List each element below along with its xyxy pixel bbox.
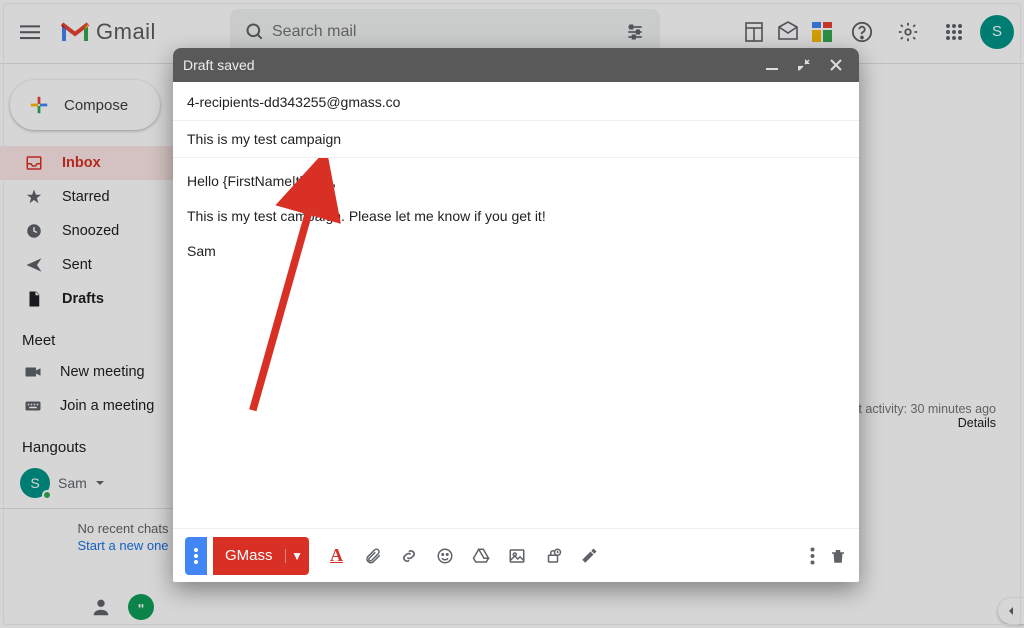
apps-button[interactable] (934, 12, 974, 52)
body-line: This is my test campaign. Please let me … (187, 205, 845, 228)
plus-icon (28, 94, 50, 116)
sidebar-item-label: Inbox (62, 155, 101, 171)
extension-icon-2[interactable] (774, 18, 802, 46)
minimize-button[interactable] (759, 59, 785, 71)
keyboard-icon (24, 397, 42, 415)
help-button[interactable] (842, 12, 882, 52)
body-line: Hello {FirstName|there}, (187, 170, 845, 193)
hangouts-icon[interactable] (128, 594, 154, 620)
minimize-icon (766, 59, 778, 71)
gear-icon (897, 21, 919, 43)
chevron-down-icon (95, 478, 105, 488)
compose-window: Draft saved 4-recipients-dd343255@gmass.… (173, 48, 859, 582)
compose-to-field[interactable]: 4-recipients-dd343255@gmass.co (173, 82, 859, 121)
shrink-button[interactable] (791, 59, 817, 71)
account-avatar[interactable]: S (980, 15, 1014, 49)
gmail-logo[interactable]: Gmail (60, 19, 220, 45)
compose-title: Draft saved (183, 57, 753, 73)
body-signature: Sam (187, 240, 845, 263)
close-icon (830, 59, 842, 71)
gmass-dropdown[interactable]: ▼ (285, 549, 309, 563)
hamburger-icon (20, 22, 40, 42)
person-icon[interactable] (90, 596, 112, 618)
insert-signature-icon[interactable] (577, 547, 601, 565)
side-panel-toggle[interactable] (998, 598, 1024, 624)
no-recent-chats-text: No recent chats (77, 521, 168, 536)
shrink-icon (798, 59, 810, 71)
apps-grid-icon (945, 23, 963, 41)
drafts-icon (24, 290, 44, 308)
extension-icon-1[interactable] (740, 18, 768, 46)
inbox-icon (24, 154, 44, 172)
extension-icon-3[interactable] (808, 18, 836, 46)
star-icon (24, 188, 44, 206)
search-input[interactable] (272, 23, 618, 41)
compose-header[interactable]: Draft saved (173, 48, 859, 82)
compose-body[interactable]: Hello {FirstName|there}, This is my test… (173, 158, 859, 528)
vdots-icon (194, 548, 198, 564)
insert-drive-icon[interactable] (469, 547, 493, 565)
close-button[interactable] (823, 59, 849, 71)
gmass-send-button[interactable]: GMass ▼ (213, 537, 309, 575)
sent-icon (24, 256, 44, 274)
clock-icon (24, 222, 44, 240)
format-text-icon[interactable]: A (325, 545, 349, 566)
sidebar-item-label: Snoozed (62, 223, 119, 239)
sidebar-item-label: Drafts (62, 291, 104, 307)
settings-button[interactable] (888, 12, 928, 52)
sidebar-item-label: Sent (62, 257, 92, 273)
search-icon (238, 22, 272, 42)
presence-indicator (42, 490, 52, 500)
attach-file-icon[interactable] (361, 547, 385, 565)
meet-item-label: New meeting (60, 364, 145, 380)
insert-link-icon[interactable] (397, 546, 421, 566)
discard-draft-icon[interactable] (829, 547, 847, 565)
compose-toolbar: GMass ▼ A (173, 528, 859, 582)
main-menu-button[interactable] (10, 12, 50, 52)
compose-button[interactable]: Compose (10, 80, 160, 130)
help-icon (851, 21, 873, 43)
more-options-icon[interactable] (810, 547, 815, 565)
gmail-logo-text: Gmail (96, 19, 156, 45)
insert-emoji-icon[interactable] (433, 547, 457, 565)
search-options-icon[interactable] (618, 22, 652, 42)
sidebar-item-label: Starred (62, 189, 110, 205)
video-icon (24, 363, 42, 381)
hangouts-avatar: S (20, 468, 50, 498)
hangouts-username: Sam (58, 475, 87, 491)
insert-photo-icon[interactable] (505, 547, 529, 565)
compose-subject-field[interactable]: This is my test campaign (173, 121, 859, 158)
meet-item-label: Join a meeting (60, 398, 154, 414)
chevron-left-icon (1006, 606, 1016, 616)
gmass-options-button[interactable] (185, 537, 207, 575)
gmail-logo-icon (60, 20, 90, 44)
compose-label: Compose (64, 97, 128, 114)
confidential-mode-icon[interactable] (541, 547, 565, 565)
